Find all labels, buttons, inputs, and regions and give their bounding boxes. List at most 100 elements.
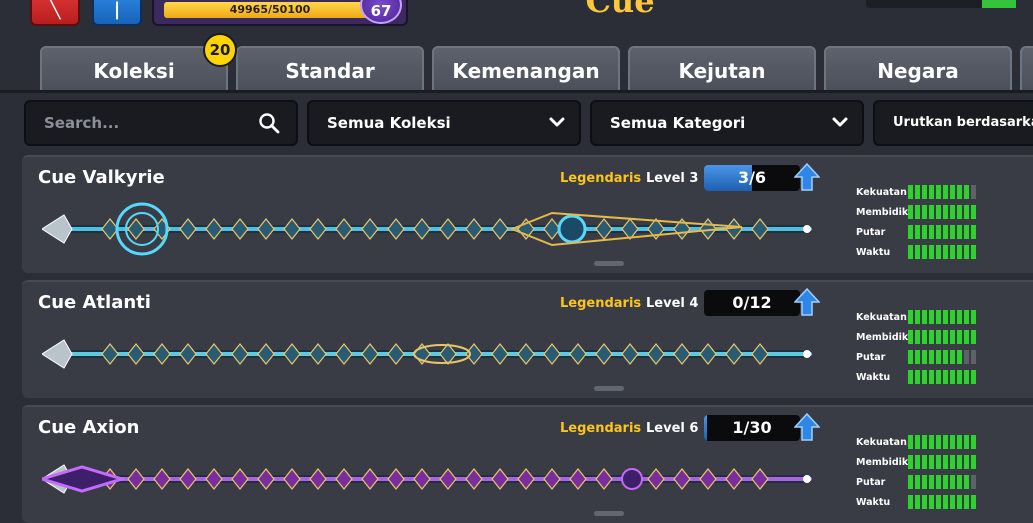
search-input[interactable]: Search... [24, 100, 298, 146]
cue-level: Level 6 [646, 421, 699, 436]
stat-segment [915, 245, 920, 259]
cue-ornament [257, 468, 275, 490]
stat-segment [936, 245, 941, 259]
drag-handle[interactable] [594, 386, 624, 391]
tab-koleksi[interactable]: Koleksi [40, 46, 228, 92]
cue-stats: Kekuatan Membidik Putar Waktu [856, 435, 996, 515]
tab-negara[interactable]: Negara [824, 46, 1012, 92]
stat-segment [943, 205, 948, 219]
cue-ornament [283, 343, 301, 365]
collection-dropdown[interactable]: Semua Koleksi [307, 100, 581, 146]
stat-segment [950, 495, 955, 509]
cue-card[interactable]: Cue Axion Legendaris Level 6 1/30 Kekuat… [22, 405, 1033, 523]
stat-bar [908, 435, 980, 449]
stat-segment [971, 350, 976, 364]
info-button[interactable]: | [92, 0, 142, 26]
tab-divider [0, 90, 1033, 93]
cue-ornament [491, 218, 509, 240]
add-currency-button[interactable] [982, 0, 1016, 8]
cue-ornament [127, 468, 145, 490]
stat-segment [915, 225, 920, 239]
stat-row: Waktu [856, 495, 996, 515]
stat-segment [929, 455, 934, 469]
cue-ornament [751, 343, 769, 365]
stat-segment [971, 495, 976, 509]
cue-card[interactable]: Cue Valkyrie Legendaris Level 3 3/6 Keku… [22, 155, 1033, 273]
sort-dropdown[interactable]: Urutkan berdasarkan [873, 100, 1033, 146]
stat-segment [908, 330, 913, 344]
stat-segment [929, 185, 934, 199]
stat-segment [957, 205, 962, 219]
cue-ornament [595, 218, 613, 240]
stat-row: Putar [856, 475, 996, 495]
tab-label: Kemenangan [452, 59, 600, 83]
category-tabs: Koleksi Standar Kemenangan Kejutan Negar… [0, 44, 1033, 94]
stat-segment [922, 455, 927, 469]
stat-bar [908, 330, 980, 344]
stat-segment [957, 350, 962, 364]
stat-row: Membidik [856, 205, 996, 225]
cue-card[interactable]: Cue Atlanti Legendaris Level 4 0/12 Keku… [22, 280, 1033, 398]
stat-segment [929, 495, 934, 509]
cue-ornament [153, 343, 171, 365]
tab-standar[interactable]: Standar [236, 46, 424, 92]
category-dropdown[interactable]: Semua Kategori [590, 100, 864, 146]
stat-segment [929, 205, 934, 219]
stat-bar [908, 495, 980, 509]
stat-label: Waktu [856, 497, 891, 508]
player-level: 67 [370, 2, 392, 20]
stat-segment [936, 435, 941, 449]
stat-segment [915, 495, 920, 509]
tab-kejutan[interactable]: Kejutan [628, 46, 816, 92]
stat-segment [971, 185, 976, 199]
stat-bar [908, 310, 980, 324]
cue-ornament [569, 468, 587, 490]
stat-segment [922, 185, 927, 199]
stat-segment [971, 330, 976, 344]
upgrade-arrow-icon[interactable] [794, 413, 820, 441]
stat-segment [943, 310, 948, 324]
upgrade-arrow-icon[interactable] [794, 163, 820, 191]
stat-label: Kekuatan [856, 187, 907, 198]
stat-segment [908, 245, 913, 259]
stat-label: Kekuatan [856, 437, 907, 448]
stat-segment [922, 495, 927, 509]
stat-segment [936, 495, 941, 509]
drag-handle[interactable] [594, 511, 624, 516]
cue-ornament [101, 343, 119, 365]
back-button[interactable]: ╲ [30, 0, 80, 26]
cue-ornament [335, 218, 353, 240]
tab-kemenangan[interactable]: Kemenangan [432, 46, 620, 92]
stat-segment [936, 350, 941, 364]
cue-gem [557, 214, 587, 244]
cue-ornament [621, 218, 639, 240]
stat-row: Waktu [856, 245, 996, 265]
stat-segment [957, 330, 962, 344]
currency-bar[interactable] [866, 0, 1016, 8]
cue-ornament [543, 343, 561, 365]
stat-segment [964, 475, 969, 489]
cue-name: Cue Valkyrie [38, 167, 165, 188]
stat-segment [908, 455, 913, 469]
stat-segment [950, 245, 955, 259]
cue-ornament [465, 468, 483, 490]
stat-segment [936, 455, 941, 469]
stat-segment [915, 185, 920, 199]
cue-ornament [699, 468, 717, 490]
tab-more[interactable] [1020, 46, 1033, 92]
cue-ornament [725, 343, 743, 365]
stat-bar [908, 185, 980, 199]
stat-row: Kekuatan [856, 310, 996, 330]
stat-segment [936, 475, 941, 489]
cue-ornament [179, 468, 197, 490]
stat-segment [957, 225, 962, 239]
upgrade-arrow-icon[interactable] [794, 288, 820, 316]
cue-ornament [595, 468, 613, 490]
cue-ornament [231, 468, 249, 490]
cue-ornament [647, 468, 665, 490]
stat-bar [908, 245, 980, 259]
stat-segment [908, 475, 913, 489]
stat-label: Waktu [856, 247, 891, 258]
drag-handle[interactable] [594, 261, 624, 266]
stat-segment [964, 185, 969, 199]
